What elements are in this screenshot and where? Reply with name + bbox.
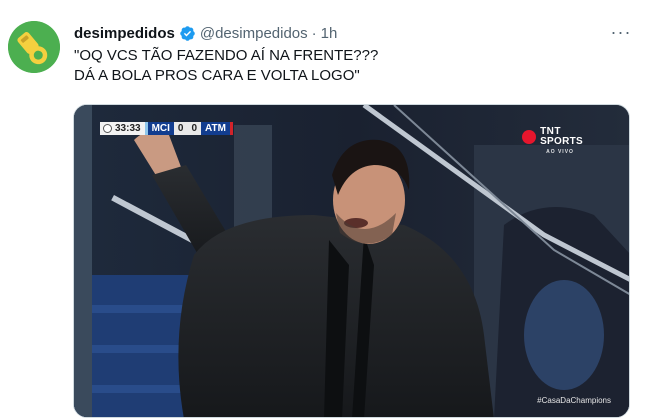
tweet-timestamp[interactable]: 1h (321, 25, 338, 42)
separator-dot: · (311, 24, 317, 42)
tnt-sports-logo-icon (522, 130, 537, 144)
whistle-icon (8, 21, 60, 73)
tweet-media-image[interactable]: 33:33 MCI 0 0 ATM TNT SPORTS AO VIVO #Ca… (73, 104, 630, 418)
verified-badge-icon (179, 25, 196, 42)
user-handle[interactable]: @desimpedidos (200, 25, 308, 42)
match-clock: 33:33 (100, 122, 145, 135)
away-score: 0 (187, 122, 202, 135)
broadcaster-logo: TNT SPORTS AO VIVO (522, 127, 583, 155)
home-team: MCI (144, 122, 174, 135)
ball-icon (103, 124, 112, 133)
tweet-text: "OQ VCS TÃO FAZENDO AÍ NA FRENTE??? DÁ A… (74, 46, 614, 86)
away-team: ATM (201, 122, 233, 135)
broadcast-hashtag: #CasaDaChampions (537, 396, 611, 405)
match-scorebug: 33:33 MCI 0 0 ATM (100, 122, 233, 135)
match-clock-value: 33:33 (115, 123, 141, 134)
tweet-header: desimpedidos @desimpedidos · 1h (74, 23, 337, 43)
home-score: 0 (173, 122, 188, 135)
live-indicator: AO VIVO (546, 149, 574, 155)
avatar[interactable] (8, 21, 60, 73)
tweet-text-line: DÁ A BOLA PROS CARA E VOLTA LOGO" (74, 67, 360, 84)
broadcaster-name-line2: SPORTS (540, 136, 583, 147)
tweet-text-line: "OQ VCS TÃO FAZENDO AÍ NA FRENTE??? (74, 47, 379, 64)
more-options-icon[interactable]: ··· (609, 22, 633, 42)
display-name[interactable]: desimpedidos (74, 25, 175, 42)
